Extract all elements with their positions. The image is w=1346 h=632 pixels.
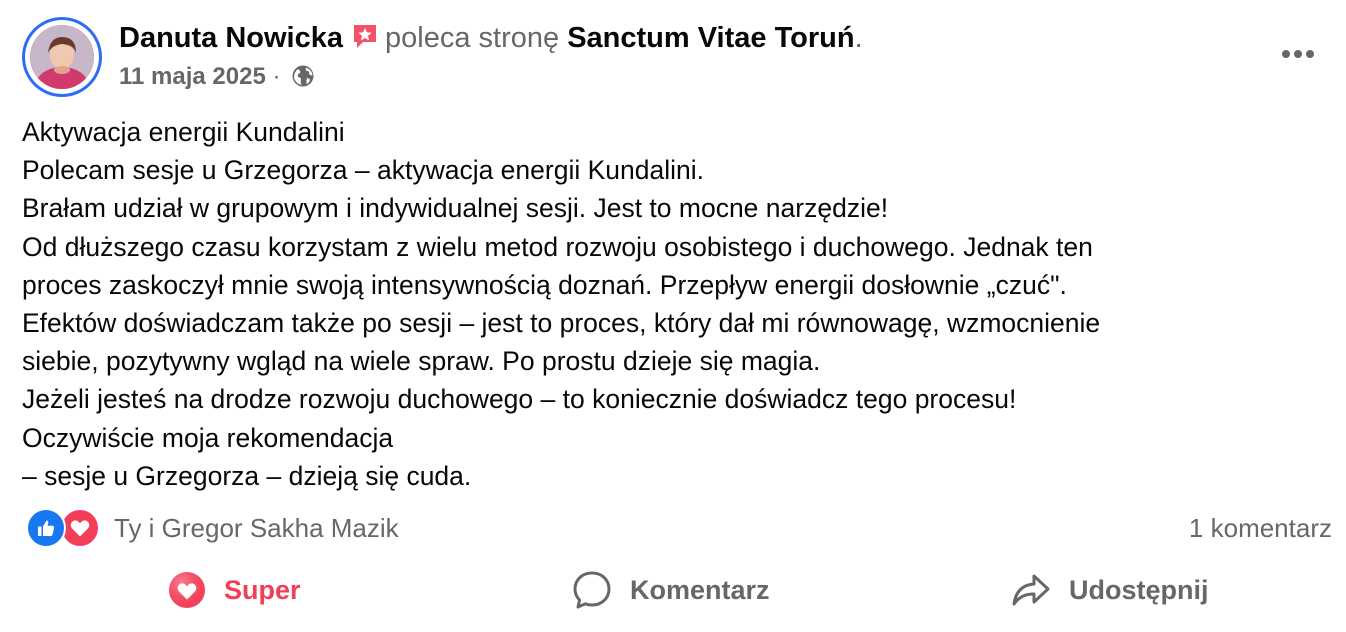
- page-name-link[interactable]: Sanctum Vitae Toruń: [567, 22, 854, 54]
- post-meta: 11 maja 2025 ·: [119, 61, 315, 97]
- author-name[interactable]: Danuta Nowicka: [119, 22, 343, 54]
- recommendation-icon: [351, 22, 379, 59]
- recommends-text: poleca stronę: [385, 22, 560, 54]
- post-line: Brałam udział w grupowym i indywidualnej…: [22, 193, 889, 224]
- reaction-names[interactable]: Ty i Gregor Sakha Mazik: [114, 513, 399, 544]
- post-line: – sesje u Grzegorza – dzieją się cuda.: [22, 460, 472, 491]
- post-line: Oczywiście moja rekomendacja: [22, 422, 394, 453]
- post-line: proces zaskoczył mnie swoją intensywnośc…: [22, 269, 1067, 300]
- reactions-summary[interactable]: Ty i Gregor Sakha Mazik: [26, 508, 399, 548]
- post-line: Aktywacja energii Kundalini: [22, 117, 345, 147]
- love-reaction-icon: [168, 571, 206, 609]
- comment-button[interactable]: Komentarz: [572, 562, 770, 618]
- post-line: Od dłuższego czasu korzystam z wielu met…: [22, 231, 1093, 262]
- meta-separator: ·: [272, 63, 281, 90]
- love-icon: [60, 508, 100, 548]
- post-line: Polecam sesje u Grzegorza – aktywacja en…: [22, 155, 704, 186]
- avatar[interactable]: [22, 17, 102, 97]
- post-header: Danuta Nowicka poleca stronę Sanctum Vit…: [119, 20, 863, 59]
- super-reaction-button[interactable]: Super: [168, 562, 301, 618]
- post-line: Jeżeli jesteś na drodze rozwoju duchoweg…: [22, 384, 1017, 415]
- share-icon: [1011, 570, 1051, 610]
- post-text: Aktywacja energii Kundalini Polecam sesj…: [22, 113, 1322, 495]
- globe-icon[interactable]: [291, 64, 315, 97]
- comments-count-link[interactable]: 1 komentarz: [1189, 510, 1332, 546]
- share-label: Udostępnij: [1069, 574, 1209, 605]
- avatar-image: [30, 25, 94, 89]
- more-dots-icon: [1282, 50, 1314, 58]
- post-date[interactable]: 11 maja 2025: [119, 63, 266, 90]
- super-label: Super: [224, 574, 301, 605]
- post-line: siebie, pozytywny wgląd na wiele spraw. …: [22, 346, 821, 377]
- share-button[interactable]: Udostępnij: [1011, 562, 1209, 618]
- header-period: .: [854, 22, 863, 54]
- more-options-button[interactable]: [1274, 36, 1322, 72]
- comment-icon: [572, 570, 612, 610]
- like-icon: [26, 508, 66, 548]
- post-card: Danuta Nowicka poleca stronę Sanctum Vit…: [0, 0, 1346, 632]
- action-bar: Super Komentarz Udostępnij: [0, 562, 1346, 618]
- comment-label: Komentarz: [630, 574, 770, 605]
- post-line: Efektów doświadczam także po sesji – jes…: [22, 308, 1101, 339]
